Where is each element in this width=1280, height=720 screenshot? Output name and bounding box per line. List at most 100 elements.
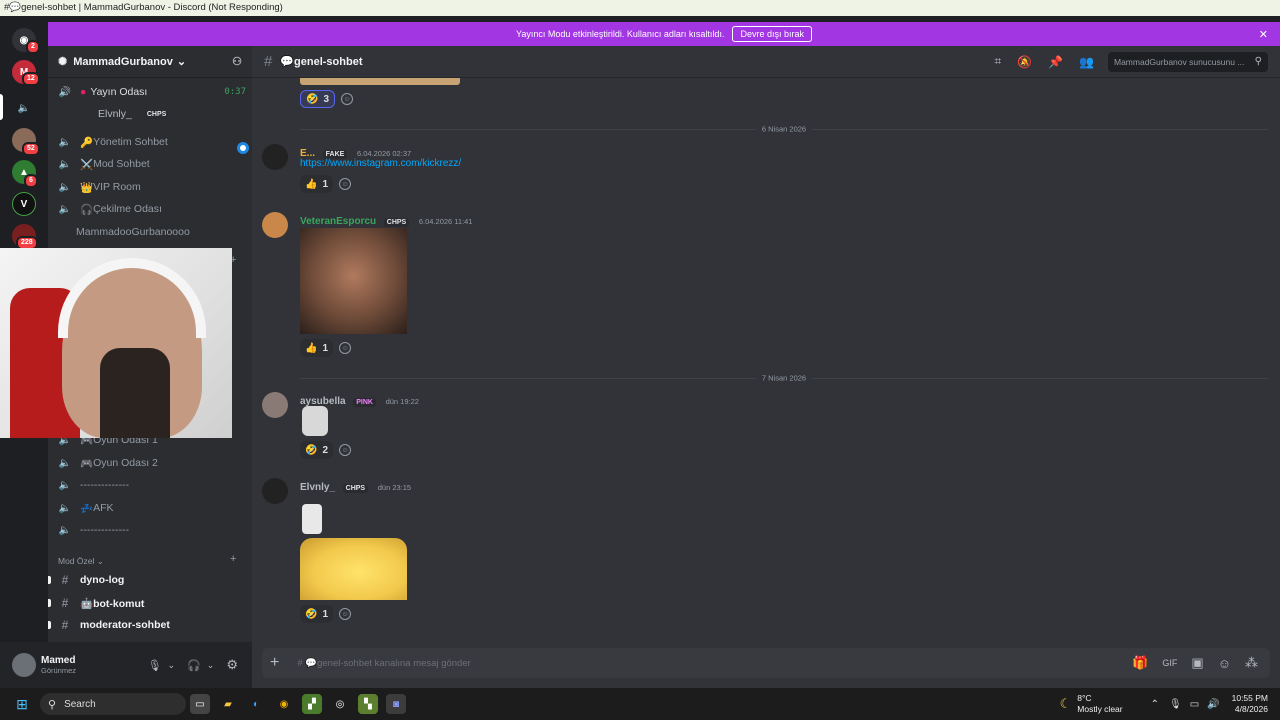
voice-member[interactable]: Elvnly_ CHPS [98,104,238,124]
clock[interactable]: 10:55 PM 4/8/2026 [1232,693,1268,715]
channel-divider-2[interactable]: 🔈 -------------- [56,520,246,540]
channel-label: -------------- [80,479,129,491]
chevron-down-icon[interactable]: ⌄ [168,660,176,671]
display-icon[interactable]: ▭ [1190,699,1199,710]
reaction-button[interactable]: 🤣 2 [300,441,334,459]
message-author[interactable]: Elvnly_ [300,482,335,493]
mute-bell-icon[interactable]: 🔕 [1017,55,1032,69]
discord-icon[interactable]: ◙ [386,694,406,714]
loading-indicator-icon [237,142,249,154]
add-reaction-icon[interactable]: ☺ [339,444,352,456]
avatar[interactable] [262,144,288,170]
chevron-down-icon: ⌄ [176,56,187,68]
message-author[interactable]: VeteranEsporcu [300,216,376,227]
avatar[interactable] [262,392,288,418]
members-icon[interactable]: 👥 [1079,55,1094,69]
channel-emoji: 🔑 [80,136,94,149]
file-explorer-icon[interactable]: ▰ [218,694,238,714]
add-reaction-icon[interactable]: ☺ [339,178,352,190]
apps-icon[interactable]: ⁂ [1245,655,1258,671]
channel-afk[interactable]: 🔈 💤 AFK [56,498,246,518]
taskbar-search[interactable]: ⚲ Search [40,693,186,715]
text-channel-moderator-sohbet[interactable]: # moderator-sohbet [48,615,246,635]
image-attachment[interactable] [300,538,407,600]
channel-emoji: 🎮 [80,457,94,470]
image-attachment[interactable] [300,78,460,85]
user-status: Görünmez [41,666,77,675]
microphone-icon[interactable]: 🎙 [148,659,162,672]
channel-cekilme[interactable]: 🔈 🎧 Çekilme Odası [56,199,246,219]
avatar[interactable] [262,478,288,504]
text-channel-dyno-log[interactable]: # dyno-log [48,570,246,590]
emoji-icon[interactable]: ☺ [1218,656,1231,671]
channel-oyun-2[interactable]: 🔈 🎮 Oyun Odası 2 [56,453,246,473]
close-icon[interactable]: ✕ [1259,28,1268,41]
server-header[interactable]: ✺ MammadGurbanov ⌄ ⚇ [48,46,252,78]
message-composer: + # 💬genel-sohbet kanalına mesaj gönder … [252,642,1280,688]
gif-icon[interactable]: GIF [1162,658,1177,668]
reaction-button[interactable]: 🤣 3 [300,90,336,108]
voice-channel-live[interactable]: 🔊 ● Yayın Odası 0:37 [56,82,246,102]
speaker-icon[interactable]: 🔈 [12,96,36,120]
channel-mammadoo[interactable]: MammadooGurbanoooo [76,222,266,242]
volume-icon[interactable]: 🔊 [1207,699,1219,710]
search-placeholder: MammadGurbanov sunucusunu ... [1114,56,1245,67]
sticker[interactable] [302,504,322,534]
add-channel-icon[interactable]: + [230,553,236,565]
search-input[interactable]: MammadGurbanov sunucusunu ... ⚲ [1108,51,1268,72]
chrome-icon[interactable]: ◉ [274,694,294,714]
speaker-icon: 🔊 [58,86,72,98]
channel-divider-1[interactable]: 🔈 -------------- [56,475,246,495]
server-name: MammadGurbanov [73,55,173,68]
task-view-icon[interactable]: ▭ [190,694,210,714]
sticker[interactable] [302,406,328,436]
app-icon[interactable]: ▚ [358,694,378,714]
obs-icon[interactable]: ◎ [330,694,350,714]
server-v-icon[interactable]: V [12,192,36,216]
avatar[interactable] [12,653,36,677]
avatar[interactable] [262,212,288,238]
chevron-down-icon[interactable]: ⌄ [207,660,215,671]
active-server-pill [0,94,3,120]
channel-mod-sohbet[interactable]: 🔈 ⚔️ Mod Sohbet [56,154,246,174]
sticker-icon[interactable]: ▣ [1191,655,1203,671]
server-avatar-badge: 52 [22,142,40,156]
voice-timer: 0:37 [224,87,246,97]
add-reaction-icon[interactable]: ☺ [339,608,352,620]
add-reaction-icon[interactable]: ☺ [339,342,352,354]
headphones-icon[interactable]: 🎧 [187,659,201,672]
weather-widget[interactable]: 8°C Mostly clear [1077,693,1122,715]
live-dot-icon: ● [80,86,87,98]
reaction-button[interactable]: 👍 1 [300,175,334,193]
add-reaction-icon[interactable]: ☺ [341,93,354,105]
channel-vip[interactable]: 🔈 👑 VIP Room [56,177,246,197]
microphone-icon[interactable]: 🎙 [1169,699,1182,710]
channel-yonetim[interactable]: 🔈 🔑 Yönetim Sohbet [56,132,246,152]
edge-icon[interactable]: ◐ [246,694,266,714]
text-channel-bot-komut[interactable]: # 🤖bot-komut [48,593,246,613]
speaker-icon: 🔈 [58,136,72,148]
category-mod-ozel[interactable]: Mod Özel ⌄ [58,556,104,567]
reaction-button[interactable]: 👍 1 [300,339,334,357]
message-link[interactable]: https://www.instagram.com/kickrezz/ [300,158,461,169]
reaction-button[interactable]: 🤣 1 [300,605,334,623]
disable-streamer-mode-button[interactable]: Devre dışı bırak [732,26,812,42]
gear-icon[interactable]: ⚙ [226,657,238,673]
date-divider: 6 Nisan 2026 [300,124,1268,134]
threads-icon[interactable]: ⌗ [994,54,1001,69]
add-attachment-icon[interactable]: + [270,654,279,672]
reaction-row: 👍 1 ☺ [300,175,352,193]
gift-icon[interactable]: 🎁 [1132,655,1148,671]
windows-start-icon[interactable]: ⊞ [12,694,32,714]
member-tag: CHPS [143,109,170,119]
message-input[interactable]: + # 💬genel-sohbet kanalına mesaj gönder … [262,648,1270,678]
channel-header: # 💬genel-sohbet ⌗ 🔕 📌 👥 MammadGurbanov s… [252,46,1280,78]
chevron-up-icon[interactable]: ⌃ [1151,699,1159,710]
pin-icon[interactable]: 📌 [1048,55,1063,69]
taskbar-search-label: Search [64,698,96,710]
add-friend-icon[interactable]: ⚇ [232,55,242,68]
search-icon: ⚲ [48,698,57,711]
role-tag: PINK [353,398,376,407]
app-icon[interactable]: ▞ [302,694,322,714]
image-attachment[interactable] [300,228,407,334]
